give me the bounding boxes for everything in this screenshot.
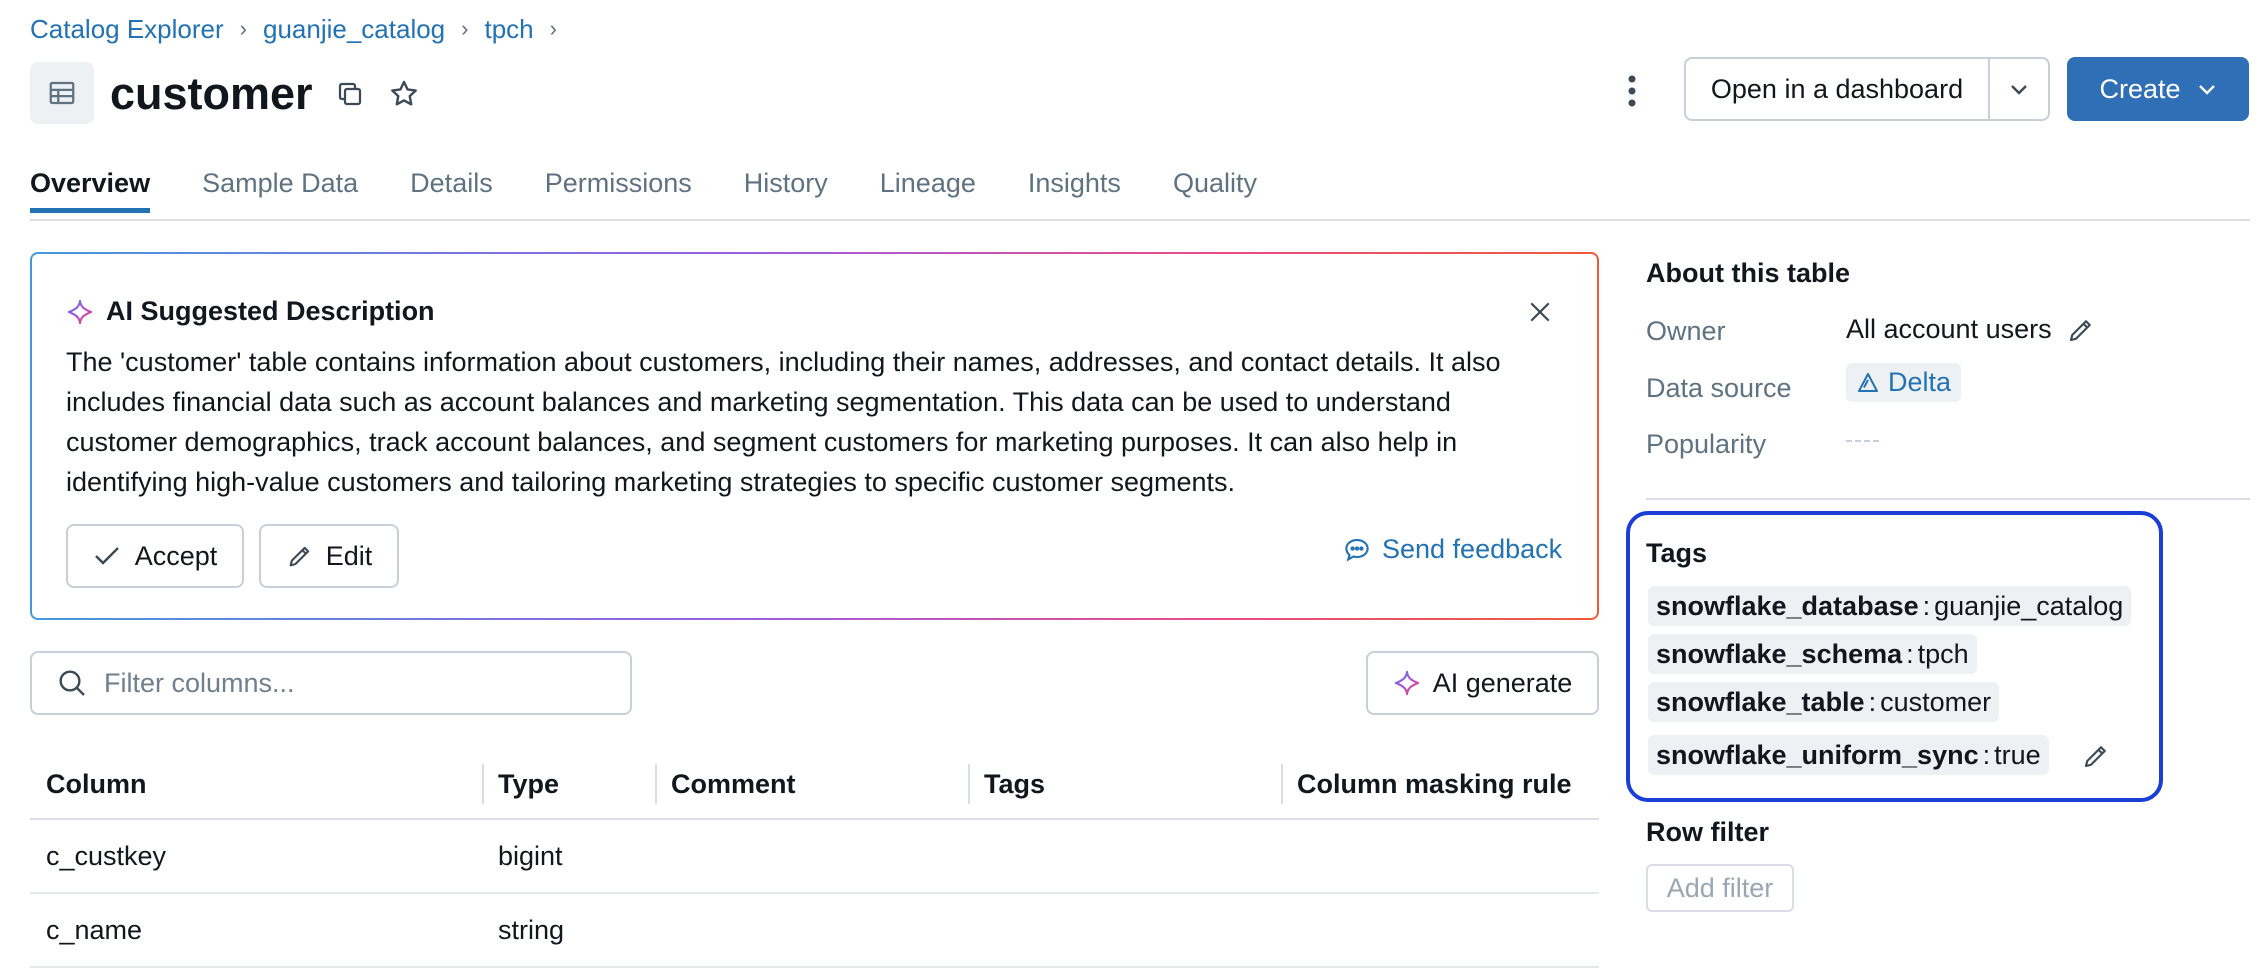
dashboard-dropdown-button[interactable]: [1988, 57, 2050, 121]
more-options-icon[interactable]: [1612, 68, 1652, 114]
tag-value: guanjie_catalog: [1934, 590, 2124, 621]
page-title: customer: [110, 68, 313, 119]
ai-suggestion-title: AI Suggested Description: [106, 296, 435, 326]
column-masking-cell: [1281, 894, 1599, 966]
pencil-icon[interactable]: [2066, 315, 2096, 345]
send-feedback-link[interactable]: Send feedback: [1342, 534, 1562, 565]
sparkle-icon: [1393, 669, 1421, 697]
copy-icon[interactable]: [330, 74, 370, 114]
column-masking-cell: [1281, 820, 1599, 892]
breadcrumb-schema[interactable]: tpch: [484, 14, 533, 45]
tag-key: snowflake_database: [1656, 590, 1919, 621]
delta-label: Delta: [1888, 367, 1952, 397]
table-header-row: Column Type Comment Tags Column masking …: [30, 750, 1599, 820]
tab-permissions[interactable]: Permissions: [545, 168, 692, 213]
open-in-dashboard-button[interactable]: Open in a dashboard: [1684, 57, 1990, 121]
data-source-value: Delta: [1846, 363, 1962, 402]
ai-suggestion-text: The 'customer' table contains informatio…: [66, 347, 1501, 497]
column-header-column[interactable]: Column: [30, 750, 482, 818]
column-header-tags[interactable]: Tags: [968, 750, 1281, 818]
filter-columns-field[interactable]: [30, 651, 632, 715]
tag-chip[interactable]: snowflake_schema: tpch: [1648, 634, 1977, 674]
table-row[interactable]: c_custkey bigint: [30, 820, 1599, 894]
accept-button-label: Accept: [134, 540, 218, 571]
chevron-right-icon: ›: [549, 16, 557, 41]
pencil-icon[interactable]: [2076, 736, 2116, 776]
column-type-cell: string: [498, 914, 565, 945]
tab-sample-data[interactable]: Sample Data: [202, 168, 358, 213]
star-icon[interactable]: [384, 74, 424, 114]
tag-value: tpch: [1917, 638, 1969, 669]
tag-chip[interactable]: snowflake_uniform_sync: true: [1648, 735, 2049, 775]
speech-bubble-icon: [1342, 535, 1372, 565]
edit-button-label: Edit: [325, 540, 373, 571]
tab-details[interactable]: Details: [410, 168, 493, 213]
about-divider: [1646, 498, 2250, 500]
tab-insights[interactable]: Insights: [1028, 168, 1121, 213]
edit-button[interactable]: Edit: [259, 524, 399, 588]
chevron-right-icon: ›: [461, 16, 469, 41]
popularity-bar: [1846, 440, 1879, 442]
tabs-divider: [30, 219, 2250, 221]
owner-value: All account users: [1846, 314, 2096, 345]
chevron-down-icon: [2197, 82, 2217, 96]
column-header-masking-rule[interactable]: Column masking rule: [1281, 750, 1599, 818]
accept-button[interactable]: Accept: [66, 524, 244, 588]
column-header-type[interactable]: Type: [482, 750, 655, 818]
column-tags-cell: [968, 894, 1281, 966]
tag-chip[interactable]: snowflake_table: customer: [1648, 682, 2000, 722]
tags-title: Tags: [1646, 538, 1708, 568]
chevron-right-icon: ›: [239, 16, 247, 41]
search-icon: [56, 667, 88, 699]
tab-bar: Overview Sample Data Details Permissions…: [30, 168, 1257, 213]
close-icon[interactable]: [1520, 292, 1560, 332]
ai-suggestion-card: AI Suggested Description The 'customer' …: [30, 252, 1599, 620]
column-type-cell: bigint: [498, 840, 563, 871]
column-comment-cell: [655, 820, 968, 892]
add-filter-button[interactable]: Add filter: [1646, 864, 1794, 912]
owner-name: All account users: [1846, 314, 2052, 344]
column-name-cell: c_name: [46, 914, 143, 945]
tab-quality[interactable]: Quality: [1173, 168, 1257, 213]
tab-history[interactable]: History: [744, 168, 828, 213]
breadcrumb: Catalog Explorer › guanjie_catalog › tpc…: [30, 12, 573, 46]
breadcrumb-catalog-explorer[interactable]: Catalog Explorer: [30, 14, 224, 45]
create-button[interactable]: Create: [2067, 57, 2249, 121]
popularity-label: Popularity: [1646, 429, 1767, 459]
table-row[interactable]: c_name string: [30, 894, 1599, 968]
tag-chip[interactable]: snowflake_database: guanjie_catalog: [1648, 586, 2132, 626]
chevron-down-icon: [2009, 82, 2029, 96]
column-comment-cell: [655, 894, 968, 966]
columns-table: Column Type Comment Tags Column masking …: [30, 750, 1599, 968]
delta-icon: [1856, 371, 1880, 395]
table-icon: [30, 62, 94, 124]
create-button-label: Create: [2099, 73, 2181, 104]
tag-key: snowflake_uniform_sync: [1656, 739, 1979, 770]
owner-label: Owner: [1646, 316, 1726, 346]
row-filter-title: Row filter: [1646, 817, 1770, 847]
filter-columns-input[interactable]: [102, 666, 606, 700]
about-table-title: About this table: [1646, 258, 1850, 288]
ai-generate-button[interactable]: AI generate: [1366, 651, 1599, 715]
ai-suggestion-header: AI Suggested Description: [66, 296, 435, 327]
tag-value: true: [1994, 739, 2041, 770]
data-source-label: Data source: [1646, 373, 1792, 403]
check-icon: [93, 544, 121, 568]
delta-badge[interactable]: Delta: [1846, 363, 1962, 402]
ai-generate-label: AI generate: [1432, 667, 1573, 698]
tab-overview[interactable]: Overview: [30, 168, 151, 213]
send-feedback-label: Send feedback: [1382, 534, 1563, 564]
tag-key: snowflake_table: [1656, 686, 1865, 717]
column-tags-cell: [968, 820, 1281, 892]
sparkle-icon: [66, 298, 94, 326]
column-header-comment[interactable]: Comment: [655, 750, 968, 818]
tag-key: snowflake_schema: [1656, 638, 1903, 669]
tab-lineage[interactable]: Lineage: [880, 168, 976, 213]
column-name-cell: c_custkey: [46, 840, 167, 871]
breadcrumb-catalog[interactable]: guanjie_catalog: [263, 14, 445, 45]
tag-value: customer: [1880, 686, 1992, 717]
pencil-icon: [286, 542, 314, 570]
